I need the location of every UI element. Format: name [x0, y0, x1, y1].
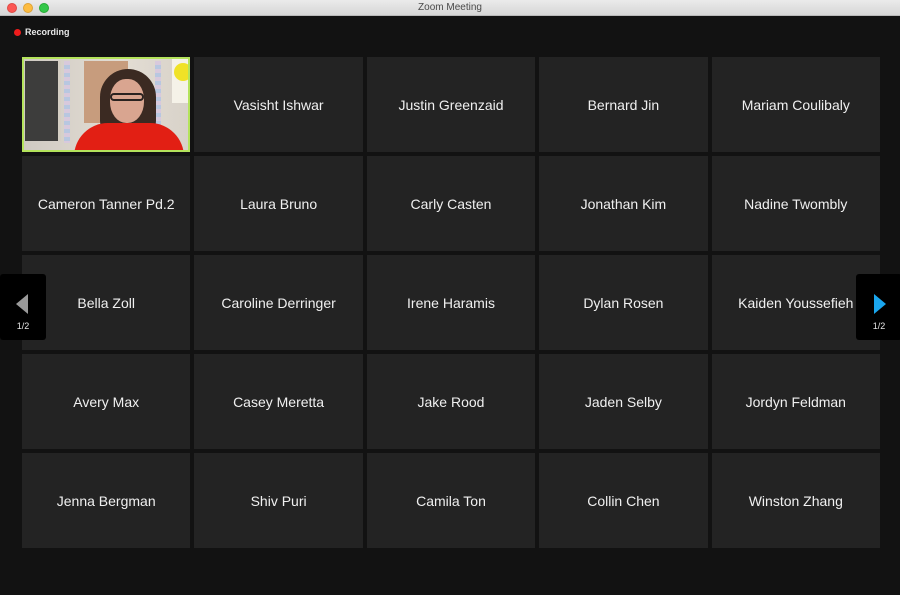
participant-name: Jaden Selby [584, 393, 662, 410]
triangle-left-icon [16, 294, 28, 314]
participant-name: Winston Zhang [748, 492, 843, 509]
participant-tile[interactable]: Winston Zhang [711, 453, 880, 548]
participant-tile[interactable]: Jordyn Feldman [711, 354, 880, 449]
participant-tile[interactable]: Bella Zoll [22, 255, 191, 350]
participant-name: Nadine Twombly [744, 195, 848, 212]
participant-tile[interactable]: Camila Ton [366, 453, 536, 548]
participant-tile[interactable]: Mariam Coulibaly [711, 57, 880, 152]
participant-name: Vasisht Ishwar [233, 96, 324, 113]
participant-tile[interactable]: Bernard Jin [539, 57, 708, 152]
participant-name: Collin Chen [587, 492, 660, 509]
window-titlebar: Zoom Meeting [0, 0, 900, 16]
participant-name: Dylan Rosen [583, 294, 664, 311]
participant-name: Irene Haramis [407, 294, 495, 311]
recording-dot-icon [14, 28, 21, 36]
participant-name: Jordyn Feldman [745, 393, 846, 410]
participant-name: Camila Ton [416, 492, 486, 509]
meeting-gallery-view: Recording Vasisht Ishwar Justin Greenzai… [0, 17, 900, 595]
page-indicator: 1/2 [872, 321, 886, 331]
participant-tile[interactable]: Kaiden Youssefieh [711, 255, 880, 350]
participant-name: Jonathan Kim [580, 195, 667, 212]
participant-tile[interactable]: Vasisht Ishwar [194, 57, 363, 152]
participant-tile[interactable]: Casey Meretta [194, 354, 363, 449]
participant-name: Bella Zoll [77, 294, 135, 311]
participant-name: Casey Meretta [233, 393, 325, 410]
participant-name: Justin Greenzaid [398, 96, 504, 113]
participant-name: Caroline Derringer [221, 294, 336, 311]
next-page-button[interactable]: 1/2 [856, 274, 900, 340]
participant-tile[interactable]: Jonathan Kim [539, 156, 708, 251]
participant-tile[interactable]: Nadine Twombly [711, 156, 880, 251]
participant-tile[interactable]: Jenna Bergman [22, 453, 191, 548]
participant-tile[interactable]: Jake Rood [366, 354, 536, 449]
participant-video [24, 59, 189, 150]
participant-tile[interactable]: Dylan Rosen [539, 255, 708, 350]
participant-name: Laura Bruno [240, 195, 318, 212]
participant-tile[interactable]: Collin Chen [539, 453, 708, 548]
previous-page-button[interactable]: 1/2 [0, 274, 46, 340]
participant-tile[interactable]: Laura Bruno [194, 156, 363, 251]
participant-grid: Vasisht Ishwar Justin Greenzaid Bernard … [22, 57, 880, 548]
participant-name: Jenna Bergman [56, 492, 156, 509]
participant-name: Jake Rood [417, 393, 485, 410]
participant-tile[interactable]: Avery Max [22, 354, 191, 449]
participant-tile[interactable]: Carly Casten [366, 156, 536, 251]
participant-name: Bernard Jin [587, 96, 660, 113]
participant-name: Carly Casten [410, 195, 492, 212]
participant-name: Avery Max [73, 393, 140, 410]
page-indicator: 1/2 [16, 321, 30, 331]
triangle-right-icon [874, 294, 886, 314]
recording-label: Recording [25, 27, 70, 37]
window-title: Zoom Meeting [418, 2, 482, 13]
participant-name: Mariam Coulibaly [741, 96, 850, 113]
self-video-tile[interactable] [22, 57, 191, 152]
participant-name: Kaiden Youssefieh [738, 294, 854, 311]
participant-tile[interactable]: Justin Greenzaid [366, 57, 536, 152]
participant-tile[interactable]: Jaden Selby [539, 354, 708, 449]
participant-tile[interactable]: Irene Haramis [366, 255, 536, 350]
participant-tile[interactable]: Caroline Derringer [194, 255, 363, 350]
participant-tile[interactable]: Cameron Tanner Pd.2 [22, 156, 191, 251]
participant-tile[interactable]: Shiv Puri [194, 453, 363, 548]
participant-name: Shiv Puri [250, 492, 307, 509]
recording-indicator: Recording [14, 27, 70, 37]
participant-name: Cameron Tanner Pd.2 [37, 195, 175, 212]
